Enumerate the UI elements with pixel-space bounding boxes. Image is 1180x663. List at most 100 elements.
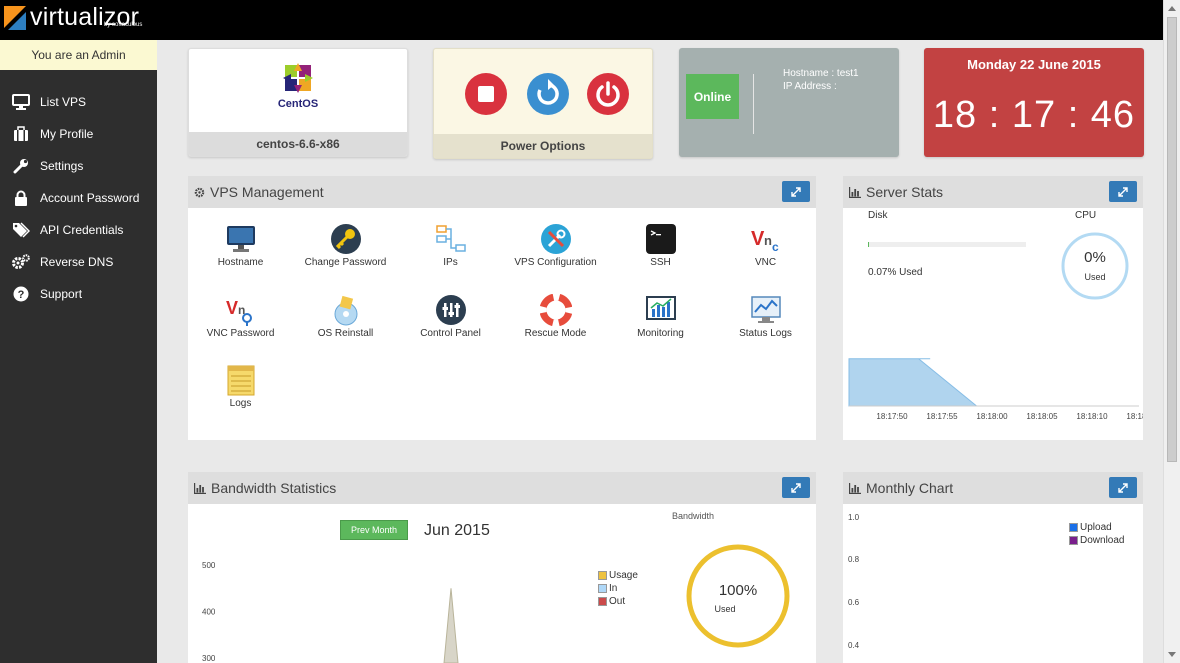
restart-button[interactable] (527, 73, 569, 115)
bandwidth-y-tick-label: 300 (202, 654, 216, 663)
logo-subtext: by softaculous (104, 22, 143, 28)
hostname-text: Hostname : test1 (783, 68, 859, 79)
tool-label: Status Logs (739, 328, 792, 339)
tool-vnc-password[interactable]: Vn VNC Password (188, 282, 293, 346)
expand-icon (791, 482, 801, 493)
month-label: Jun 2015 (424, 522, 490, 539)
clock-date: Monday 22 June 2015 (967, 57, 1101, 72)
tool-logs[interactable]: Logs (188, 352, 293, 416)
scroll-thumb[interactable] (1167, 17, 1177, 462)
logo[interactable]: virtualizor (4, 5, 139, 36)
os-card: CentOS centos-6.6-x86 (188, 48, 408, 157)
legend-in: In (598, 582, 638, 595)
cpu-used-label: Used (1084, 272, 1106, 282)
cpu-value: 0% (1084, 249, 1106, 266)
admin-banner: You are an Admin (0, 40, 157, 70)
tool-label: VPS Configuration (514, 257, 597, 268)
tool-rescue-mode[interactable]: Rescue Mode (503, 282, 608, 346)
tool-monitoring[interactable]: Monitoring (608, 282, 713, 346)
terminal-icon (645, 224, 676, 254)
server-stats-panel: Server Stats Disk 0.07% Used CPU 0% Used… (843, 176, 1143, 440)
sidebar-item-label: API Credentials (40, 223, 124, 237)
legend-upload: Upload (1069, 521, 1124, 534)
sidebar-item-account-password[interactable]: Account Password (0, 182, 157, 214)
sidebar-item-reverse-dns[interactable]: Reverse DNS (0, 246, 157, 278)
scroll-up-icon[interactable] (1168, 6, 1176, 11)
legend-label: Download (1080, 535, 1125, 546)
panel-header: Server Stats (843, 176, 1143, 208)
tool-vnc[interactable]: Vnc VNC (713, 211, 818, 275)
panel-title: Monthly Chart (866, 480, 954, 496)
tool-label: Rescue Mode (524, 328, 587, 339)
tool-os-reinstall[interactable]: OS Reinstall (293, 282, 398, 346)
expand-button[interactable] (1109, 181, 1137, 202)
svg-text:n: n (764, 233, 772, 248)
bandwidth-gauge-used-label: Used (714, 604, 736, 614)
tool-label: VNC Password (206, 328, 275, 339)
sidebar-item-my-profile[interactable]: My Profile (0, 118, 157, 150)
tool-label: Control Panel (420, 328, 481, 339)
bar-chart-icon (849, 482, 861, 494)
tool-label: IPs (443, 257, 458, 268)
monthly-y-tick-label: 0.4 (848, 641, 860, 650)
restart-icon (537, 79, 559, 105)
tool-hostname[interactable]: Hostname (188, 211, 293, 275)
tool-ssh[interactable]: SSH (608, 211, 713, 275)
tool-vps-configuration[interactable]: VPS Configuration (503, 211, 608, 275)
svg-text:V: V (751, 228, 765, 250)
server-stats-chart: 18:17:50 18:17:55 18:18:00 18:18:05 18:18:10… (848, 358, 1143, 421)
stats-x-tick-label: 18:17:55 (926, 412, 958, 421)
sidebar-item-label: Support (40, 287, 83, 301)
lock-icon (11, 188, 31, 208)
power-icon (596, 81, 620, 107)
sidebar-item-settings[interactable]: Settings (0, 150, 157, 182)
vertical-scrollbar[interactable] (1163, 0, 1180, 663)
panel-header: Monthly Chart (843, 472, 1143, 504)
tool-ips[interactable]: IPs (398, 211, 503, 275)
legend-label: Out (609, 596, 626, 607)
power-options-title: Power Options (434, 134, 652, 158)
network-icon (435, 225, 466, 252)
disk-progress-bar (868, 242, 1026, 247)
sidebar: You are an Admin List VPS My Profile Set… (0, 40, 157, 663)
ip-address-text: IP Address : (783, 81, 837, 92)
tool-label: VNC (754, 257, 777, 268)
question-circle-icon: ? (11, 284, 31, 304)
disk-label: Disk (868, 210, 888, 221)
monitor-icon (11, 92, 31, 112)
tool-control-panel[interactable]: Control Panel (398, 282, 503, 346)
expand-button[interactable] (1109, 477, 1137, 498)
bandwidth-statistics-panel: Bandwidth Statistics Prev Month Jun 2015… (188, 472, 816, 663)
stats-x-tick-label: 18:17:50 (876, 412, 908, 421)
os-reinstall-icon (334, 295, 357, 326)
sidebar-item-api-credentials[interactable]: API Credentials (0, 214, 157, 246)
svg-text:?: ? (18, 289, 25, 301)
svg-text:c: c (772, 240, 779, 254)
bandwidth-chart: 500 400 300 (202, 561, 459, 663)
power-off-button[interactable] (587, 73, 629, 115)
scroll-down-icon[interactable] (1168, 652, 1176, 657)
bandwidth-gauge-title: Bandwidth (672, 511, 715, 521)
stop-button[interactable] (465, 73, 507, 115)
logo-mark-icon (4, 6, 26, 30)
expand-button[interactable] (782, 181, 810, 202)
sidebar-item-support[interactable]: ? Support (0, 278, 157, 310)
prev-month-button[interactable]: Prev Month (340, 520, 408, 540)
stats-x-tick-label: 18:18:15 (1126, 412, 1143, 421)
sidebar-nav: List VPS My Profile Settings Account Pas… (0, 86, 157, 310)
status-badge: Online (686, 74, 739, 119)
tool-change-password[interactable]: Change Password (293, 211, 398, 275)
legend-label: Upload (1080, 522, 1112, 533)
disk-used-text: 0.07% Used (868, 267, 923, 278)
expand-icon (791, 186, 801, 197)
monthly-chart-panel: Monthly Chart 1.0 0.8 0.6 0.4 Upload Downlo… (843, 472, 1143, 663)
legend-usage: Usage (598, 569, 638, 582)
cpu-gauge (1061, 232, 1129, 300)
expand-icon (1118, 186, 1128, 197)
tool-label: Hostname (217, 257, 264, 268)
stop-icon (478, 86, 494, 102)
tool-status-logs[interactable]: Status Logs (713, 282, 818, 346)
legend-download: Download (1069, 534, 1124, 547)
expand-button[interactable] (782, 477, 810, 498)
sidebar-item-list-vps[interactable]: List VPS (0, 86, 157, 118)
